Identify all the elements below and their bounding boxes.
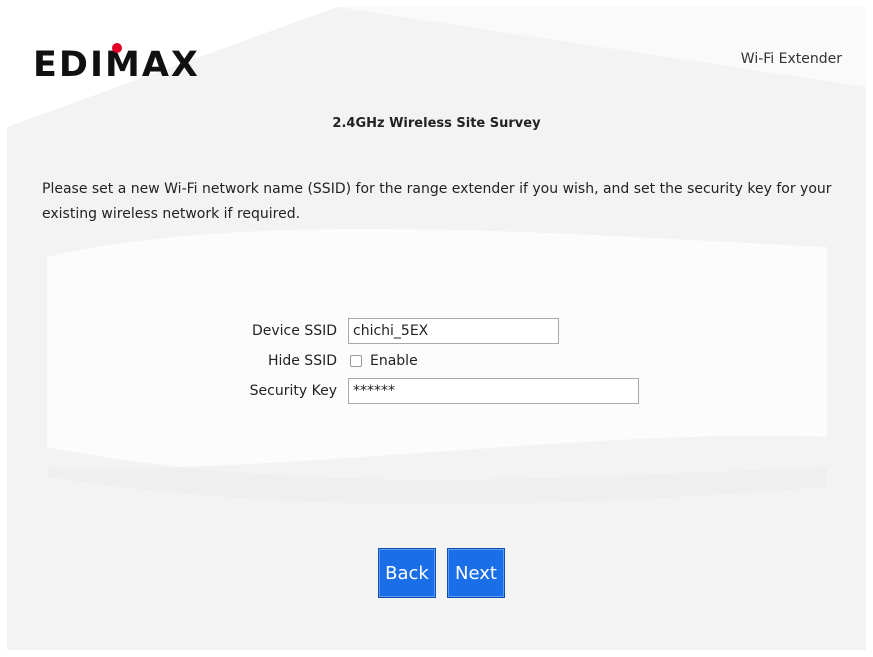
security-key-label: Security Key: [249, 383, 337, 399]
page-description: Please set a new Wi-Fi network name (SSI…: [42, 181, 832, 222]
device-ssid-row: Device SSID: [7, 318, 559, 344]
device-ssid-input[interactable]: [348, 318, 559, 344]
security-key-input[interactable]: [348, 378, 639, 404]
hide-ssid-enable-label[interactable]: Enable: [370, 353, 418, 369]
next-button[interactable]: Next: [447, 548, 505, 598]
page-title: 2.4GHz Wireless Site Survey: [332, 116, 541, 131]
product-name: Wi-Fi Extender: [740, 51, 842, 67]
device-ssid-label: Device SSID: [251, 323, 337, 339]
edimax-logo: EDIMAX: [33, 43, 198, 81]
hide-ssid-label: Hide SSID: [267, 353, 337, 369]
page-frame: EDIMAX Wi-Fi Extender 2.4GHz Wireless Si…: [7, 7, 866, 650]
security-key-row: Security Key: [7, 378, 639, 404]
back-button[interactable]: Back: [378, 548, 436, 598]
hide-ssid-row: Hide SSID Enable: [7, 353, 418, 369]
hide-ssid-checkbox[interactable]: [350, 355, 362, 367]
